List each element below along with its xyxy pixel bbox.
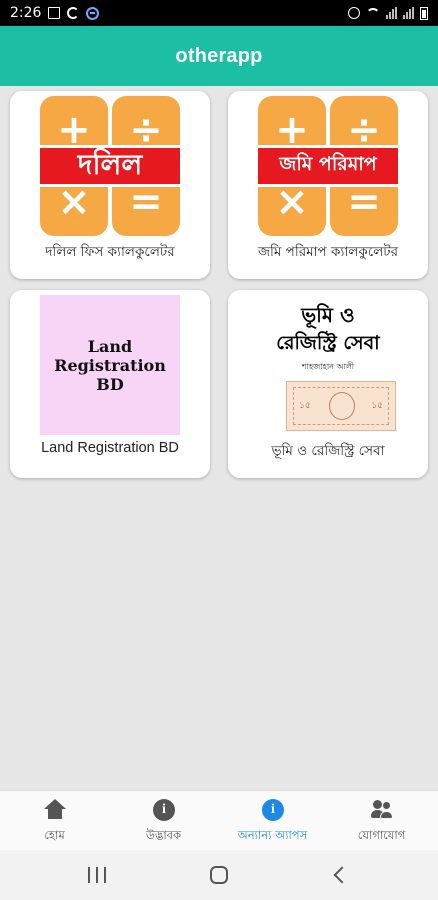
alarm-icon [348,7,360,19]
nav-label: যোগাযোগ [357,828,406,842]
app-card-land-measure-calculator[interactable]: + ÷ × = জমি পরিমাপ জমি পরিমাপ ক্যালকুলেট… [228,91,428,279]
app-logo-text: দলিল [40,145,180,187]
status-time: 2:26 [10,5,42,21]
info-icon: i [262,799,284,821]
page-title: otherapp [175,44,263,67]
calculator-icon: + ÷ × = দলিল [40,96,180,236]
author-name: শাহজাহান আলী [301,362,355,371]
nav-item-developer[interactable]: i উদ্ভাবক [109,791,218,851]
info-icon: i [153,799,175,821]
recents-button[interactable] [88,864,106,886]
app-logo-text: জমি পরিমাপ [258,145,398,187]
app-card-dolil-fee-calculator[interactable]: + ÷ × = দলিল দলিল ফিস ক্যালকুলেটর [10,91,210,279]
nav-item-other-apps[interactable]: i অন্যান্য অ্যাপস [218,791,327,851]
signal-icon [386,7,397,19]
nav-label: হোম [44,828,65,842]
app-thumbnail: Land Registration BD [40,295,180,435]
image-icon [48,7,61,19]
sync-icon [67,7,80,19]
messenger-icon [86,6,100,20]
home-button[interactable] [210,866,228,884]
wifi-icon [366,8,380,18]
bottom-navigation: হোম i উদ্ভাবক i অন্যান্য অ্যাপস যোগাযোগ [0,790,438,850]
app-label: জমি পরিমাপ ক্যালকুলেটর [257,244,399,260]
app-label: Land Registration BD [41,440,179,456]
calculator-icon: + ÷ × = জমি পরিমাপ [258,96,398,236]
system-navigation-bar [0,850,438,900]
nav-label: উদ্ভাবক [145,828,182,842]
app-logo-text: রেজিস্ট্রি সেবা [276,332,380,354]
battery-icon [420,6,428,20]
nav-item-contact[interactable]: যোগাযোগ [327,791,436,851]
app-thumbnail: ভূমি ও রেজিস্ট্রি সেবা শাহজাহান আলী ১৫ ১… [258,295,398,435]
stamp-paper-image: ১৫ ১৫ [286,381,396,431]
app-label: দলিল ফিস ক্যালকুলেটর [45,244,175,260]
app-label: ভূমি ও রেজিস্ট্রি সেবা [271,443,385,459]
people-icon [371,799,393,821]
app-card-land-registration-bd[interactable]: Land Registration BD Land Registration B… [10,290,210,478]
back-button[interactable] [333,866,351,884]
app-card-bhumi-registry-seba[interactable]: ভূমি ও রেজিস্ট্রি সেবা শাহজাহান আলী ১৫ ১… [228,290,428,478]
nav-label: অন্যান্য অ্যাপস [237,828,308,842]
signal-icon [403,7,414,19]
home-icon [44,799,66,821]
status-bar: 2:26 [0,0,438,26]
nav-item-home[interactable]: হোম [0,791,109,851]
app-logo-text: Land Registration BD [54,336,166,394]
app-bar: otherapp [0,26,438,86]
